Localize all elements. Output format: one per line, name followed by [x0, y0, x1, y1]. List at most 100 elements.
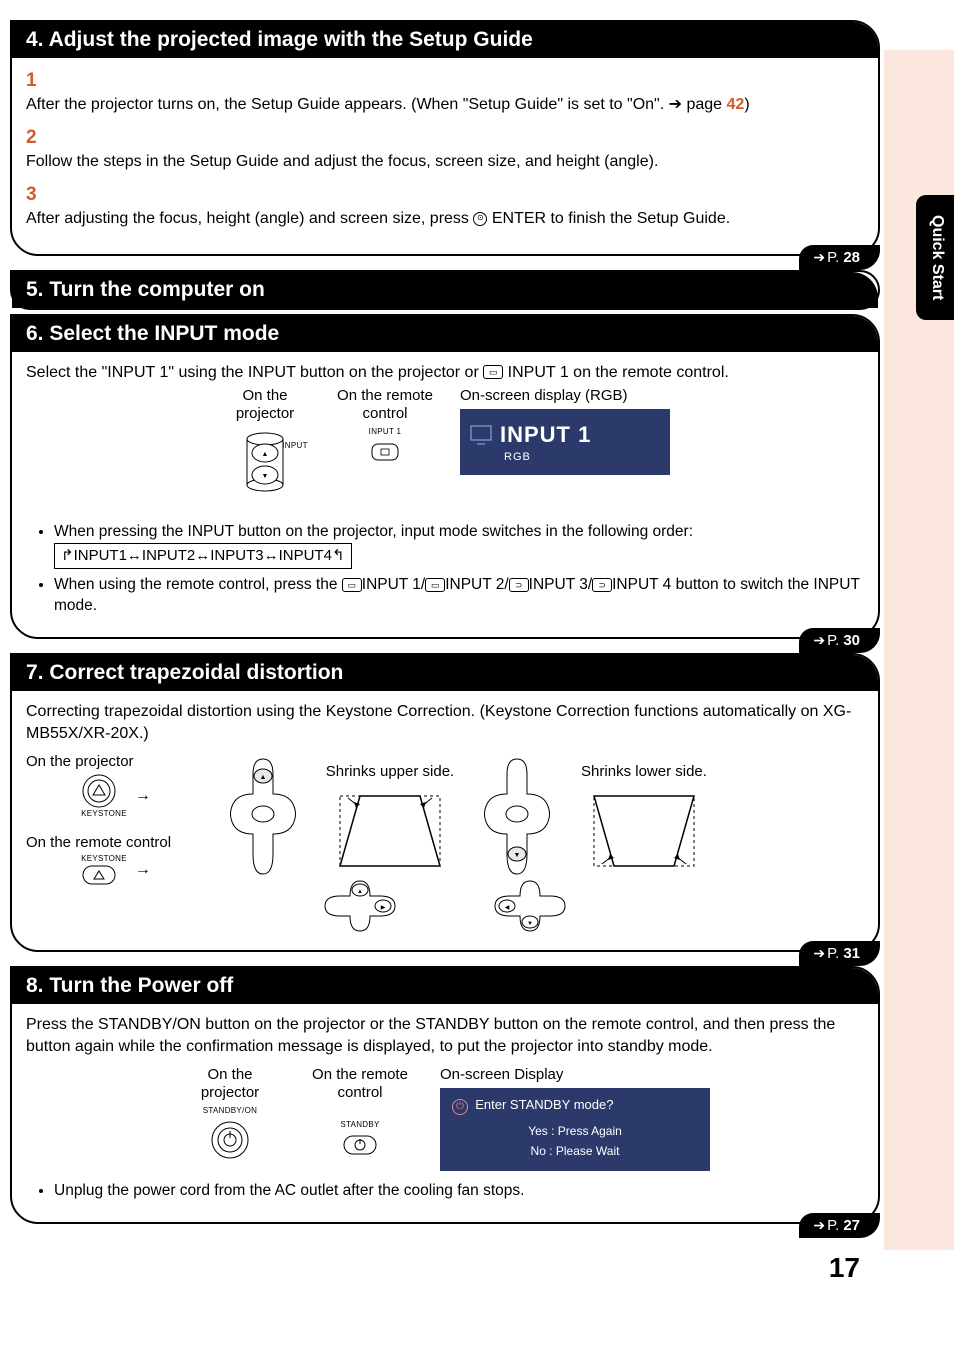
s8-bullet: Unplug the power cord from the AC outlet…	[54, 1181, 864, 1202]
side-tab-quick-start: Quick Start	[916, 195, 954, 320]
svg-text:▲: ▲	[357, 889, 363, 895]
section-6-header: 6. Select the INPUT mode	[12, 316, 878, 352]
page-ref-28-num: 28	[843, 249, 860, 266]
section-8-header: 8. Turn the Power off	[12, 968, 878, 1004]
step3-text-b: ENTER to finish the Setup Guide.	[492, 210, 730, 227]
keystone-remote-button-icon	[81, 864, 117, 886]
arrow-icon: →	[135, 859, 151, 881]
page-ref-31: ➔P.31	[799, 941, 880, 966]
page-ref-27: ➔P.27	[799, 1213, 880, 1238]
s6-intro-a: Select the "INPUT 1" using the INPUT but…	[26, 364, 483, 381]
section-7-intro: Correcting trapezoidal distortion using …	[26, 701, 864, 744]
step1-text-b: )	[744, 96, 749, 113]
remote-input1-icon	[370, 442, 400, 462]
label-on-projector-8: On the projector	[180, 1066, 280, 1102]
page-ref-31-num: 31	[843, 945, 860, 962]
projector-input-button-icon: ▲ ▼	[240, 427, 290, 497]
osd-input1-title: INPUT 1	[500, 420, 591, 450]
step3-text-a: After adjusting the focus, height (angle…	[26, 210, 473, 227]
standby-osd-box: ⏻ Enter STANDBY mode? Yes : Press Again …	[440, 1088, 710, 1171]
standby-remote-button-icon	[342, 1134, 378, 1156]
step1-text-a: After the projector turns on, the Setup …	[26, 96, 727, 113]
osd-input1-box: INPUT 1 RGB	[460, 409, 670, 475]
page-ref-30-num: 30	[843, 632, 860, 649]
shrinks-upper-label: Shrinks upper side.	[326, 762, 454, 782]
step-num-1: 1	[26, 68, 44, 94]
power-icon: ⏻	[452, 1099, 468, 1115]
projector-input-label: INPUT	[282, 441, 308, 452]
s6-bullet-1: When pressing the INPUT button on the pr…	[54, 522, 864, 569]
standby-on-label: STANDBY/ON	[203, 1106, 257, 1117]
page-ref-27-num: 27	[843, 1217, 860, 1234]
input2-icon: ▭	[425, 578, 445, 592]
keystone-label-1: KEYSTONE	[81, 809, 127, 820]
label-osd-rgb: On-screen display (RGB)	[460, 387, 628, 405]
svg-text:◀: ◀	[505, 905, 510, 911]
dpad-up-icon: ▲	[218, 754, 308, 884]
step-num-3: 3	[26, 182, 44, 208]
section-8-intro: Press the STANDBY/ON button on the proje…	[26, 1014, 864, 1057]
standby-osd-line3: No : Please Wait	[452, 1143, 698, 1159]
label-on-remote-7: On the remote control	[26, 833, 206, 853]
section-7: 7. Correct trapezoidal distortion Correc…	[10, 653, 880, 952]
page-ref-28: ➔P.28	[799, 245, 880, 270]
arrow-icon: ➔	[813, 632, 825, 648]
standby-on-button-icon	[210, 1120, 250, 1160]
section-6: 6. Select the INPUT mode Select the "INP…	[10, 314, 880, 639]
section-7-header: 7. Correct trapezoidal distortion	[12, 655, 878, 691]
dpad-left-right-b-icon: ◀ ▼	[485, 876, 575, 936]
page-ref-42: 42	[727, 96, 745, 113]
section-4: 4. Adjust the projected image with the S…	[10, 20, 880, 256]
input-chain-box: ↱INPUT1↔INPUT2↔INPUT3↔INPUT4↰	[54, 543, 352, 569]
step-num-2: 2	[26, 125, 44, 151]
svg-text:▶: ▶	[381, 905, 386, 911]
s6-b2a: When using the remote control, press the	[54, 576, 342, 593]
label-on-remote-8: On the remote control	[300, 1066, 420, 1102]
section-5: 5. Turn the computer on	[10, 270, 880, 310]
input1-icon: ▭	[342, 578, 362, 592]
input4-icon: ⊃	[592, 578, 612, 592]
label-on-projector: On the projector	[220, 387, 310, 423]
label-osd-8: On-screen Display	[440, 1066, 563, 1084]
enter-icon: ⊙	[473, 212, 487, 226]
keystone-label-2: KEYSTONE	[81, 854, 127, 865]
svg-text:▼: ▼	[527, 921, 533, 927]
svg-text:▼: ▼	[262, 473, 269, 480]
label-on-remote: On the remote control	[330, 387, 440, 423]
arrow-icon: ➔	[813, 945, 825, 961]
s6-bullet-2: When using the remote control, press the…	[54, 575, 864, 617]
step-text-3: After adjusting the focus, height (angle…	[26, 208, 842, 230]
monitor-icon	[470, 425, 492, 445]
s6-b2b: INPUT 1/	[362, 576, 425, 593]
shrinks-lower-label: Shrinks lower side.	[581, 762, 707, 782]
trapezoid-upper-icon	[330, 786, 450, 876]
arrow-icon: ➔	[813, 1217, 825, 1233]
arrow-icon: →	[135, 785, 151, 807]
keystone-proj-button-icon	[81, 773, 117, 809]
s6-b1-text: When pressing the INPUT button on the pr…	[54, 523, 693, 540]
svg-text:▲: ▲	[260, 774, 267, 781]
page-ref-30: ➔P.30	[799, 628, 880, 653]
trapezoid-lower-icon	[584, 786, 704, 876]
dpad-left-right-a-icon: ▲ ▶	[315, 876, 405, 936]
svg-text:▼: ▼	[514, 852, 521, 859]
s6-intro-b: INPUT 1 on the remote control.	[503, 364, 729, 381]
s6-b2d: INPUT 3/	[529, 576, 592, 593]
step-text-1: After the projector turns on, the Setup …	[26, 94, 842, 116]
label-on-projector-7: On the projector	[26, 752, 206, 772]
standby-label: STANDBY	[340, 1120, 379, 1131]
input-icon: ▭	[483, 365, 503, 379]
svg-text:▲: ▲	[262, 451, 269, 458]
osd-input1-sub: RGB	[504, 450, 660, 465]
standby-osd-line1: Enter STANDBY mode?	[475, 1097, 613, 1112]
step-text-2: Follow the steps in the Setup Guide and …	[26, 151, 842, 173]
input3-icon: ⊃	[509, 578, 529, 592]
arrow-icon: ➔	[813, 249, 825, 265]
section-5-header: 5. Turn the computer on	[12, 272, 878, 308]
page-number: 17	[829, 1252, 860, 1284]
standby-osd-line2: Yes : Press Again	[452, 1123, 698, 1139]
section-4-header: 4. Adjust the projected image with the S…	[12, 22, 878, 58]
dpad-down-icon: ▼	[472, 754, 562, 884]
s6-b2c: INPUT 2/	[445, 576, 508, 593]
section-6-intro: Select the "INPUT 1" using the INPUT but…	[26, 362, 864, 384]
